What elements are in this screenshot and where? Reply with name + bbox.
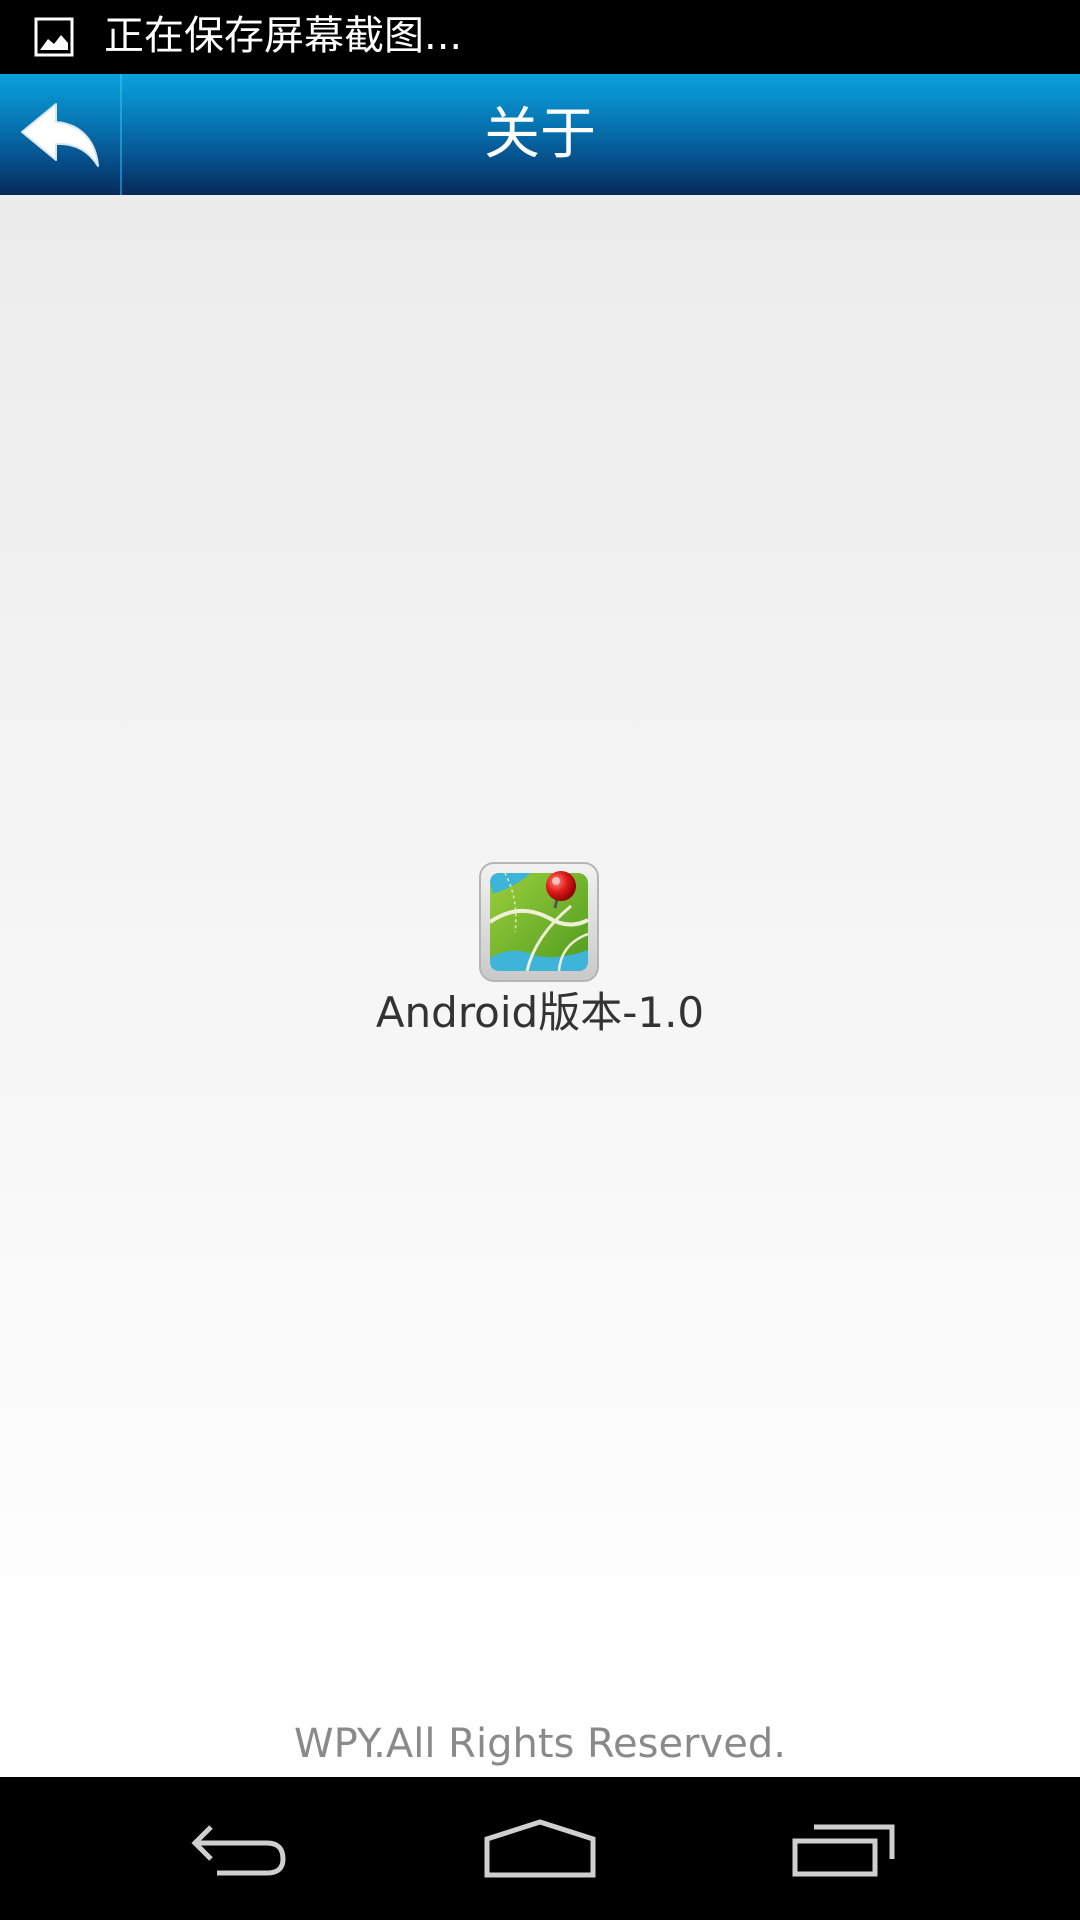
nav-back-button[interactable] <box>139 1777 339 1920</box>
about-content: Android版本-1.0 WPY.All Rights Reserved. <box>0 195 1080 1777</box>
page-title: 关于 <box>484 102 596 167</box>
back-arrow-icon <box>21 102 99 167</box>
image-icon <box>34 17 74 57</box>
nav-back-icon <box>191 1824 286 1875</box>
status-notification-text: 正在保存屏幕截图... <box>104 13 463 59</box>
copyright-text: WPY.All Rights Reserved. <box>294 1721 786 1767</box>
nav-recents-button[interactable] <box>744 1777 944 1920</box>
title-divider <box>120 74 122 195</box>
screen: 正在保存屏幕截图... 关于 Android版本-1.0 WPY.All Rig… <box>0 0 1080 1920</box>
title-bar: 关于 <box>0 74 1080 195</box>
nav-recents-icon <box>792 1824 895 1876</box>
version-label: Android版本-1.0 <box>375 988 705 1037</box>
map-pin-app-icon <box>479 862 599 982</box>
nav-home-button[interactable] <box>440 1777 640 1920</box>
back-button[interactable] <box>0 74 120 195</box>
navigation-bar <box>0 1777 1080 1920</box>
status-bar: 正在保存屏幕截图... <box>0 0 1080 74</box>
nav-home-icon <box>484 1818 596 1877</box>
